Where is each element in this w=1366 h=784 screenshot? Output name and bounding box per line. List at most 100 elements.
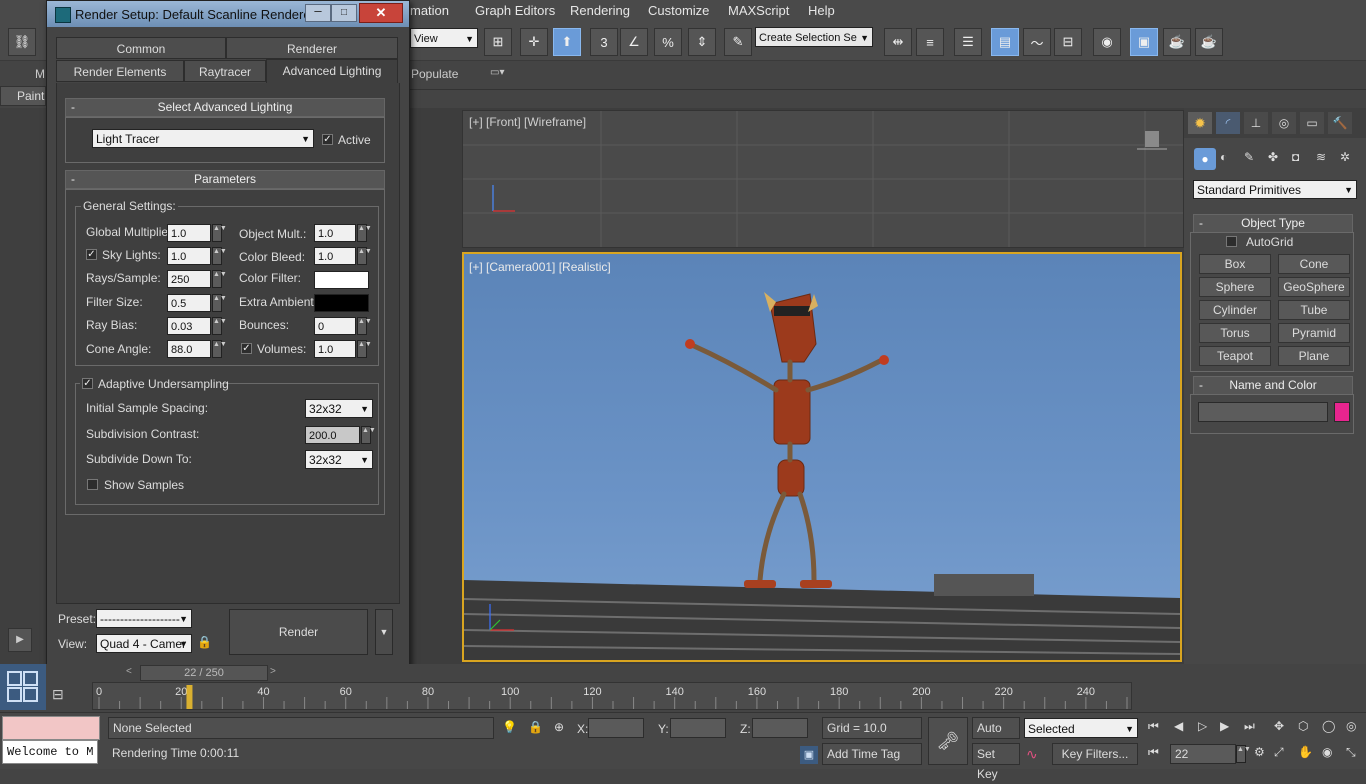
modify-tab-icon[interactable]: ◜ — [1216, 112, 1240, 134]
maxscript-listener-pink[interactable] — [2, 716, 100, 740]
filter-size-spinner[interactable]: ▲▼ — [212, 294, 227, 312]
maxscript-listener-white[interactable]: Welcome to M — [2, 740, 98, 764]
next-frame-icon[interactable]: ▶ — [1220, 719, 1229, 733]
tube-button[interactable]: Tube — [1278, 300, 1350, 320]
create-tab-icon[interactable]: ✹ — [1188, 112, 1212, 134]
sky-lights-checkbox[interactable]: ✓ — [86, 249, 97, 260]
geometry-icon[interactable]: ● — [1194, 148, 1216, 170]
viewport-layout-button[interactable] — [0, 664, 46, 710]
menu-animation[interactable]: mation — [410, 3, 449, 18]
named-selection-sets-input[interactable]: Create Selection Se ▼ — [755, 27, 873, 47]
subdivide-down-dropdown[interactable]: 32x32 ▼ — [305, 450, 373, 469]
color-bleed-field[interactable]: 1.0 — [314, 247, 356, 265]
snap-toggle-icon[interactable]: 3 — [590, 28, 618, 56]
menu-rendering[interactable]: Rendering — [570, 3, 630, 18]
menu-maxscript[interactable]: MAXScript — [728, 3, 789, 18]
selection-lock-icon[interactable]: 🔒 — [528, 720, 543, 734]
rays-sample-spinner[interactable]: ▲▼ — [212, 270, 227, 288]
use-pivot-icon[interactable]: ⬆ — [553, 28, 581, 56]
global-multiplier-field[interactable]: 1.0 — [167, 224, 211, 242]
render-setup-icon[interactable]: ▣ — [1130, 28, 1158, 56]
set-key-button[interactable]: Set Key — [972, 743, 1020, 781]
cone-angle-field[interactable]: 88.0 — [167, 340, 211, 358]
cone-button[interactable]: Cone — [1278, 254, 1350, 274]
current-frame-marker[interactable] — [186, 685, 193, 709]
bounces-spinner[interactable]: ▲▼ — [357, 317, 372, 335]
walk-through-icon[interactable]: ◉ — [1322, 745, 1332, 759]
ribbon-options-icon[interactable]: ▭▾ — [490, 67, 504, 78]
ribbon-tab-m[interactable]: M — [35, 67, 45, 81]
pan-hand-icon[interactable]: ✋ — [1298, 745, 1313, 759]
auto-key-button[interactable]: Auto Key — [972, 717, 1020, 755]
ray-bias-field[interactable]: 0.03 — [167, 317, 211, 335]
ray-bias-spinner[interactable]: ▲▼ — [212, 317, 227, 335]
extra-ambient-swatch[interactable] — [314, 294, 369, 312]
play-expand-icon[interactable]: ▶ — [8, 628, 32, 652]
geosphere-button[interactable]: GeoSphere — [1278, 277, 1350, 297]
material-editor-icon[interactable]: ◉ — [1093, 28, 1121, 56]
subdiv-contrast-field[interactable]: 200.0 — [305, 426, 360, 444]
tab-advanced-lighting[interactable]: Advanced Lighting — [266, 59, 398, 83]
lock-icon[interactable]: 🔒 — [197, 635, 212, 649]
ribbon-tab-paint[interactable]: Paint — [0, 86, 46, 106]
track-bar[interactable]: 0 20 40 60 80 100 120 140 160 180 200 220 240 — [92, 682, 1132, 710]
field-of-view-icon[interactable]: ◯ — [1322, 719, 1335, 733]
set-key-icon[interactable]: 🗝 — [928, 717, 968, 765]
spinner-snap-icon[interactable]: ⇕ — [688, 28, 716, 56]
bounces-field[interactable]: 0 — [314, 317, 356, 335]
camera-viewport[interactable]: [+] [Camera001] [Realistic] — [462, 252, 1182, 662]
cylinder-button[interactable]: Cylinder — [1199, 300, 1271, 320]
volumes-spinner[interactable]: ▲▼ — [357, 340, 372, 358]
hierarchy-tab-icon[interactable]: ⊥ — [1244, 112, 1268, 134]
z-coordinate-field[interactable] — [752, 718, 808, 738]
rays-sample-field[interactable]: 250 — [167, 270, 211, 288]
volumes-checkbox[interactable]: ✓ — [241, 343, 252, 354]
render-button[interactable]: Render — [229, 609, 368, 655]
color-bleed-spinner[interactable]: ▲▼ — [357, 247, 372, 265]
render-production-icon[interactable]: ☕ — [1195, 28, 1223, 56]
select-move-icon[interactable]: ✛ — [520, 28, 548, 56]
orbit-icon[interactable]: ◎ — [1346, 719, 1356, 733]
menu-customize[interactable]: Customize — [648, 3, 709, 18]
time-configuration-icon[interactable]: ⚙ — [1254, 745, 1265, 759]
minimize-button[interactable]: – — [305, 4, 331, 22]
time-slider-right-arrow[interactable]: > — [270, 666, 276, 677]
add-time-tag-button[interactable]: Add Time Tag — [822, 743, 922, 765]
select-advanced-lighting-rollout[interactable]: - Select Advanced Lighting — [65, 98, 385, 117]
object-type-rollout[interactable]: - Object Type — [1193, 214, 1353, 233]
show-samples-checkbox[interactable] — [87, 479, 98, 490]
primitive-category-dropdown[interactable]: Standard Primitives ▼ — [1193, 180, 1357, 199]
tab-renderer[interactable]: Renderer — [226, 37, 398, 59]
key-curve-icon[interactable]: ∿ — [1026, 746, 1038, 763]
object-name-input[interactable] — [1198, 402, 1328, 422]
scene-explorer-icon[interactable]: ▤ — [991, 28, 1019, 56]
tab-common[interactable]: Common — [56, 37, 226, 59]
object-mult-spinner[interactable]: ▲▼ — [357, 224, 372, 242]
global-multiplier-spinner[interactable]: ▲▼ — [212, 224, 227, 242]
subdiv-contrast-spinner[interactable]: ▲▼ — [361, 426, 376, 444]
y-coordinate-field[interactable] — [670, 718, 726, 738]
name-and-color-rollout[interactable]: - Name and Color — [1193, 376, 1353, 395]
dolly-icon[interactable]: ⤢ — [1274, 745, 1284, 760]
sphere-button[interactable]: Sphere — [1199, 277, 1271, 297]
maximize-button[interactable]: □ — [331, 4, 357, 22]
filter-size-field[interactable]: 0.5 — [167, 294, 211, 312]
percent-snap-icon[interactable]: % — [654, 28, 682, 56]
object-color-swatch[interactable] — [1334, 402, 1350, 422]
angle-snap-icon[interactable]: ∠ — [620, 28, 648, 56]
spacewarps-icon[interactable]: ≋ — [1316, 150, 1326, 164]
initial-spacing-dropdown[interactable]: 32x32 ▼ — [305, 399, 373, 418]
color-filter-swatch[interactable] — [314, 271, 369, 289]
sky-lights-field[interactable]: 1.0 — [167, 247, 211, 265]
systems-icon[interactable]: ✲ — [1340, 150, 1350, 164]
key-mode-toggle-icon[interactable]: ⏮ — [1148, 745, 1159, 760]
shapes-icon[interactable]: ◐ — [1220, 150, 1227, 164]
play-icon[interactable]: ▷ — [1198, 719, 1207, 733]
goto-end-icon[interactable]: ⏭ — [1244, 719, 1255, 734]
render-type-dropdown[interactable]: ▼ — [375, 609, 393, 655]
preset-dropdown[interactable]: -------------------- ▼ — [96, 609, 192, 628]
time-slider-left-arrow[interactable]: < — [126, 666, 132, 677]
adaptive-undersampling-checkbox[interactable]: ✓ — [82, 378, 93, 389]
menu-help[interactable]: Help — [808, 3, 835, 18]
curve-editor-icon[interactable]: 〜 — [1023, 28, 1051, 56]
